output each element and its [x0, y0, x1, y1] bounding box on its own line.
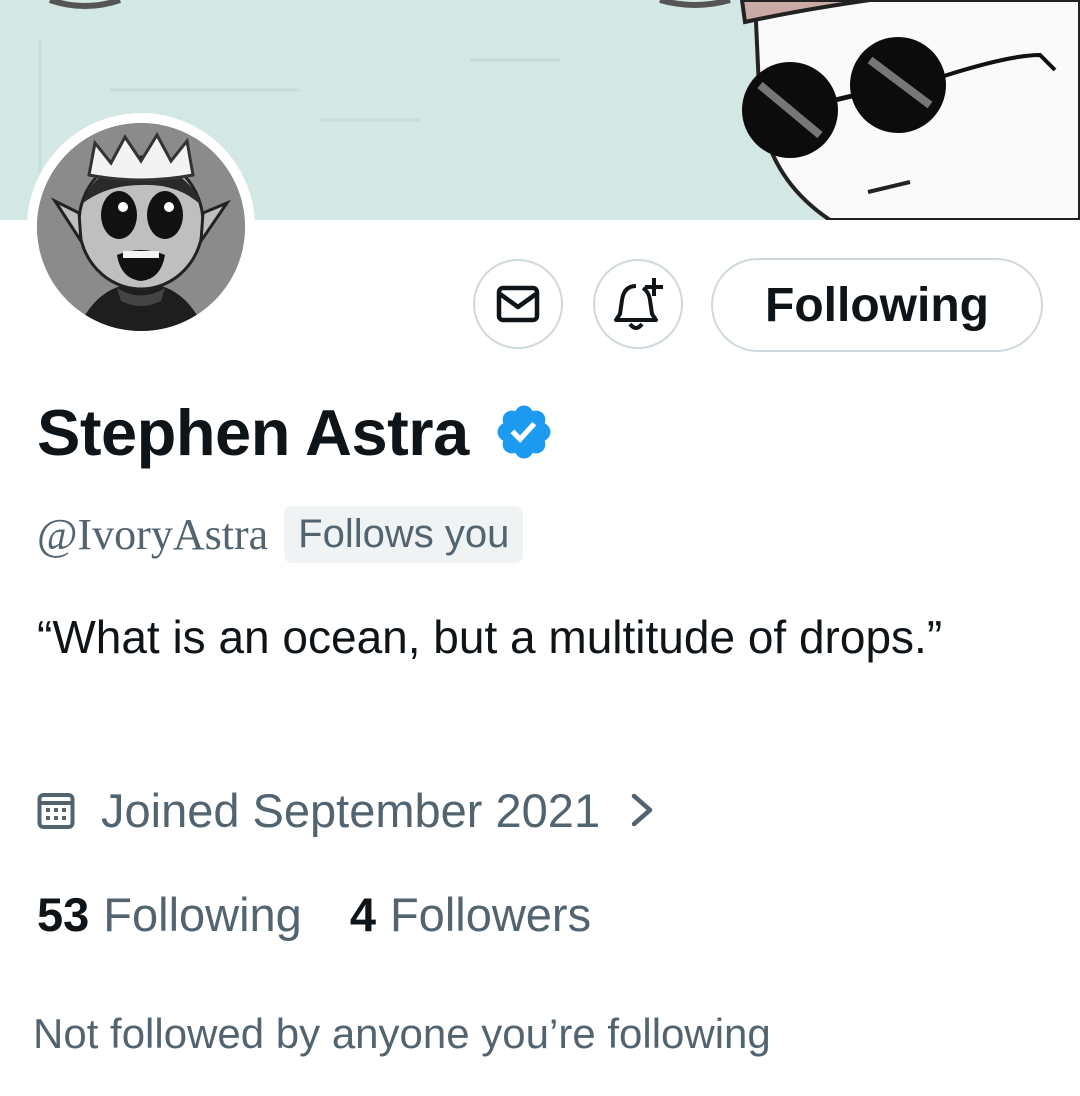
followers-stat-link[interactable]: 4 Followers — [350, 887, 591, 942]
followers-count: 4 — [349, 887, 376, 941]
following-button[interactable]: Following — [711, 258, 1043, 352]
joined-date: Joined September 2021 — [101, 783, 601, 837]
follows-you-badge: Follows you — [284, 505, 524, 563]
calendar-icon — [37, 793, 75, 829]
notifications-button[interactable] — [593, 259, 683, 349]
handle-row: @IvoryAstra Follows you — [37, 504, 524, 564]
profile-bio: “What is an ocean, but a multitude of dr… — [37, 611, 943, 663]
following-label: Following — [103, 887, 302, 941]
chevron-right-icon — [631, 793, 653, 827]
envelope-icon — [496, 285, 540, 323]
name-row: Stephen Astra — [37, 390, 555, 474]
bell-plus-icon — [614, 278, 663, 330]
avatar[interactable] — [37, 123, 245, 331]
verified-badge-icon[interactable] — [493, 401, 555, 463]
mutual-followers-text: Not followed by anyone you’re following — [33, 1010, 771, 1057]
user-handle: @IvoryAstra — [37, 509, 269, 559]
following-stat-link[interactable]: 53 Following — [37, 887, 302, 942]
message-button[interactable] — [473, 259, 563, 349]
joined-date-row[interactable]: Joined September 2021 — [37, 780, 656, 840]
avatar-illustration — [37, 123, 245, 331]
following-count: 53 — [37, 887, 90, 941]
display-name: Stephen Astra — [37, 395, 469, 469]
followers-label: Followers — [389, 887, 592, 941]
follow-stats: 53 Following 4 Followers — [37, 884, 591, 944]
profile-page: Following Stephen Astra @IvoryAstra Foll… — [0, 0, 1080, 1096]
